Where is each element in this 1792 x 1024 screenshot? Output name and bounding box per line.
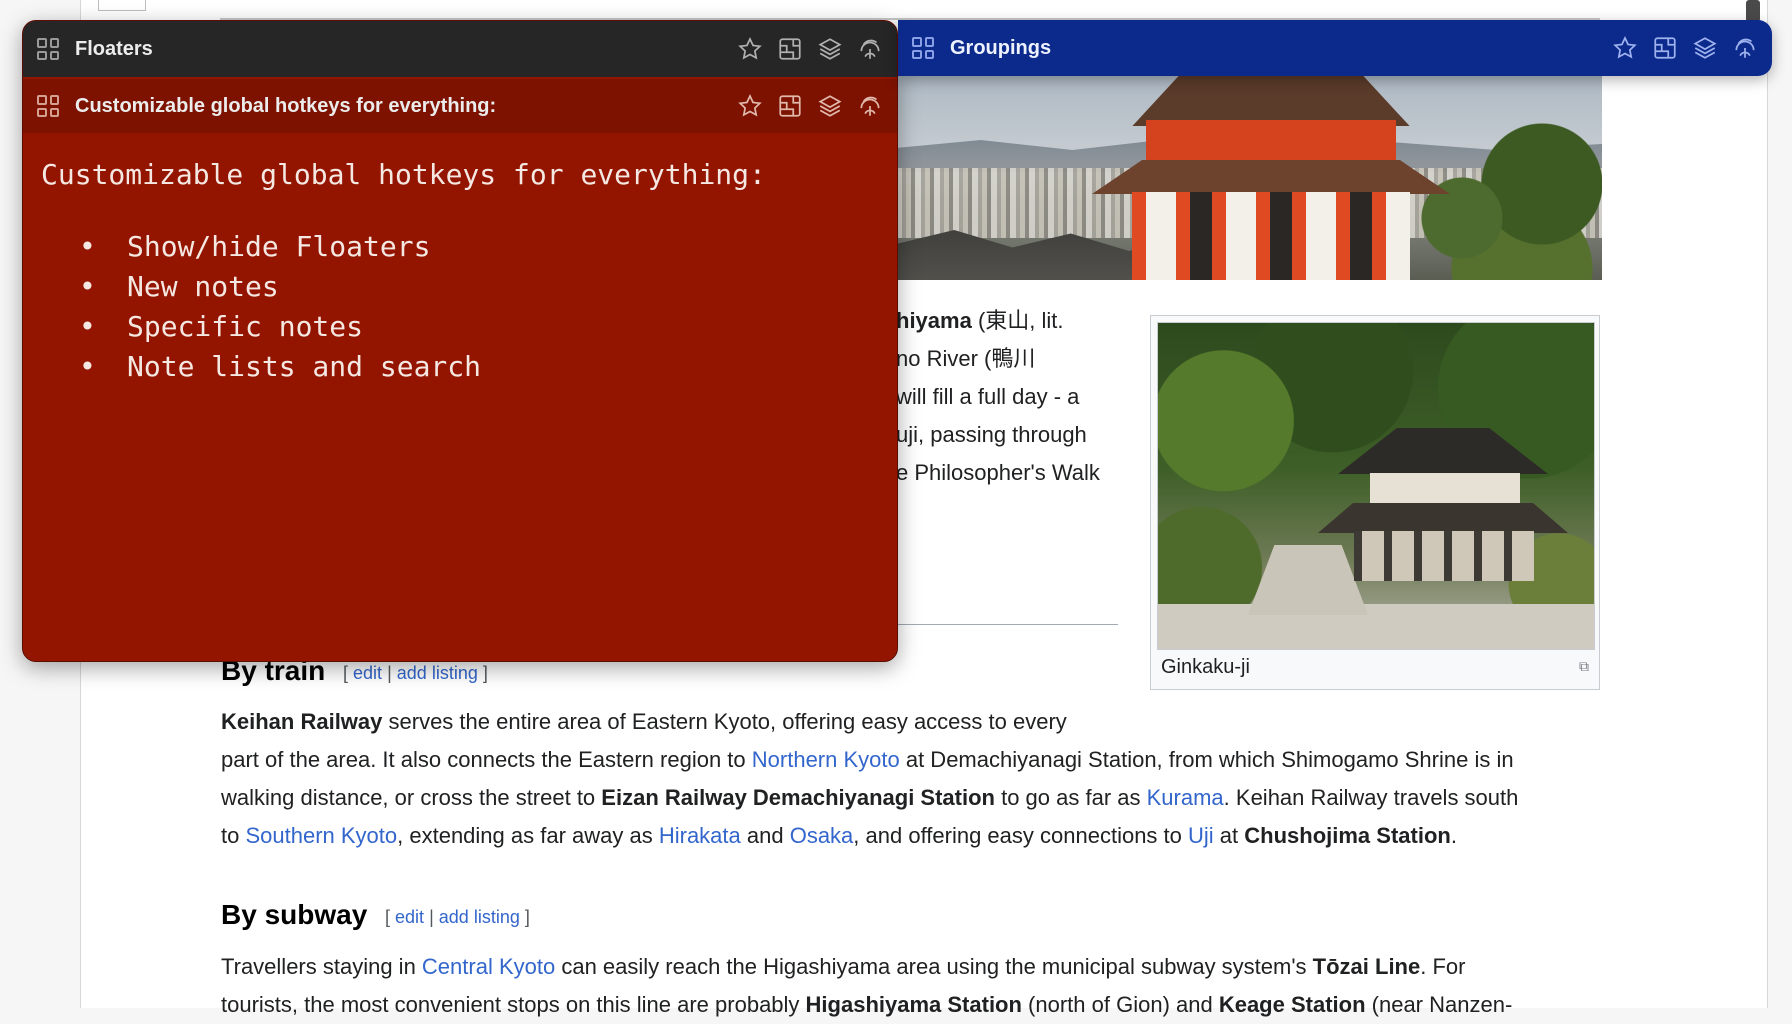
link-southern-kyoto[interactable]: Southern Kyoto xyxy=(245,823,397,848)
floaters-title-bar[interactable]: Floaters xyxy=(23,21,897,77)
article-line: hiyama (東山, lit. xyxy=(896,308,1064,333)
article-line: no River (鴨川 xyxy=(896,346,1036,371)
edit-link[interactable]: edit xyxy=(353,663,382,683)
grid-icon[interactable] xyxy=(912,37,934,59)
star-icon[interactable] xyxy=(737,93,763,119)
add-listing-link[interactable]: add listing xyxy=(397,663,478,683)
transparency-icon[interactable] xyxy=(1652,35,1678,61)
layers-icon[interactable] xyxy=(817,93,843,119)
paragraph-line: walking distance, or cross the street to… xyxy=(221,785,1519,810)
toolbar-icons xyxy=(1612,20,1758,76)
paragraph-line: part of the area. It also connects the E… xyxy=(221,747,1514,772)
section-edit-links: [ edit | add listing ] xyxy=(385,907,530,927)
note-title-bar[interactable]: Customizable global hotkeys for everythi… xyxy=(23,79,897,133)
groupings-window[interactable]: Groupings xyxy=(898,20,1772,76)
note-title: Customizable global hotkeys for everythi… xyxy=(75,94,497,117)
list-item: • New notes xyxy=(79,270,279,303)
enlarge-icon[interactable]: ⧉ xyxy=(1579,658,1589,675)
edit-link[interactable]: edit xyxy=(395,907,424,927)
link-uji[interactable]: Uji xyxy=(1188,823,1214,848)
scrollbar-thumb[interactable] xyxy=(1746,0,1760,22)
link-kurama[interactable]: Kurama xyxy=(1147,785,1224,810)
thumbnail-ginkaku-ji: Ginkaku-ji ⧉ xyxy=(1150,315,1600,690)
grid-icon[interactable] xyxy=(37,38,59,60)
note-editor[interactable]: Customizable global hotkeys for everythi… xyxy=(41,155,879,387)
link-osaka[interactable]: Osaka xyxy=(790,823,854,848)
list-item: • Specific notes xyxy=(79,310,364,343)
link-northern-kyoto[interactable]: Northern Kyoto xyxy=(752,747,900,772)
section-divider xyxy=(896,624,1118,625)
layers-icon[interactable] xyxy=(817,36,843,62)
paragraph-line: Travellers staying in Central Kyoto can … xyxy=(221,954,1466,979)
article-line: uji, passing through xyxy=(896,422,1087,447)
hero-image-temple xyxy=(896,76,1602,280)
link-central-kyoto[interactable]: Central Kyoto xyxy=(422,954,555,979)
fingerprint-icon[interactable] xyxy=(857,93,883,119)
toolbar-icons xyxy=(737,21,883,77)
paragraph-line: to Southern Kyoto, extending as far away… xyxy=(221,823,1457,848)
fingerprint-icon[interactable] xyxy=(1732,35,1758,61)
link-hirakata[interactable]: Hirakata xyxy=(659,823,741,848)
section-edit-links: [ edit | add listing ] xyxy=(343,663,488,683)
article-line: will fill a full day - a xyxy=(896,384,1080,409)
transparency-icon[interactable] xyxy=(777,36,803,62)
paragraph-line: Keihan Railway serves the entire area of… xyxy=(221,709,1067,734)
layers-icon[interactable] xyxy=(1692,35,1718,61)
thumbnail-caption: Ginkaku-ji xyxy=(1161,656,1250,678)
window-title: Floaters xyxy=(75,37,153,60)
grid-icon[interactable] xyxy=(37,95,59,117)
window-title: Groupings xyxy=(950,36,1052,59)
transparency-icon[interactable] xyxy=(777,93,803,119)
list-item: • Note lists and search xyxy=(79,350,482,383)
add-listing-link[interactable]: add listing xyxy=(439,907,520,927)
floaters-window[interactable]: Floaters Customizable global hotkeys for… xyxy=(22,20,898,662)
section-heading-by-subway: By subway xyxy=(221,899,368,930)
fingerprint-icon[interactable] xyxy=(857,36,883,62)
search-box-edge[interactable] xyxy=(98,0,146,11)
paragraph-line: tourists, the most convenient stops on t… xyxy=(221,992,1513,1017)
star-icon[interactable] xyxy=(737,36,763,62)
toolbar-icons xyxy=(737,79,883,133)
thumbnail-image[interactable] xyxy=(1157,322,1595,650)
list-item: • Show/hide Floaters xyxy=(79,230,431,263)
article-line: e Philosopher's Walk xyxy=(896,460,1100,485)
note-list: • Show/hide Floaters • New notes • Specific… xyxy=(41,227,879,387)
star-icon[interactable] xyxy=(1612,35,1638,61)
note-heading: Customizable global hotkeys for everythi… xyxy=(41,158,766,191)
